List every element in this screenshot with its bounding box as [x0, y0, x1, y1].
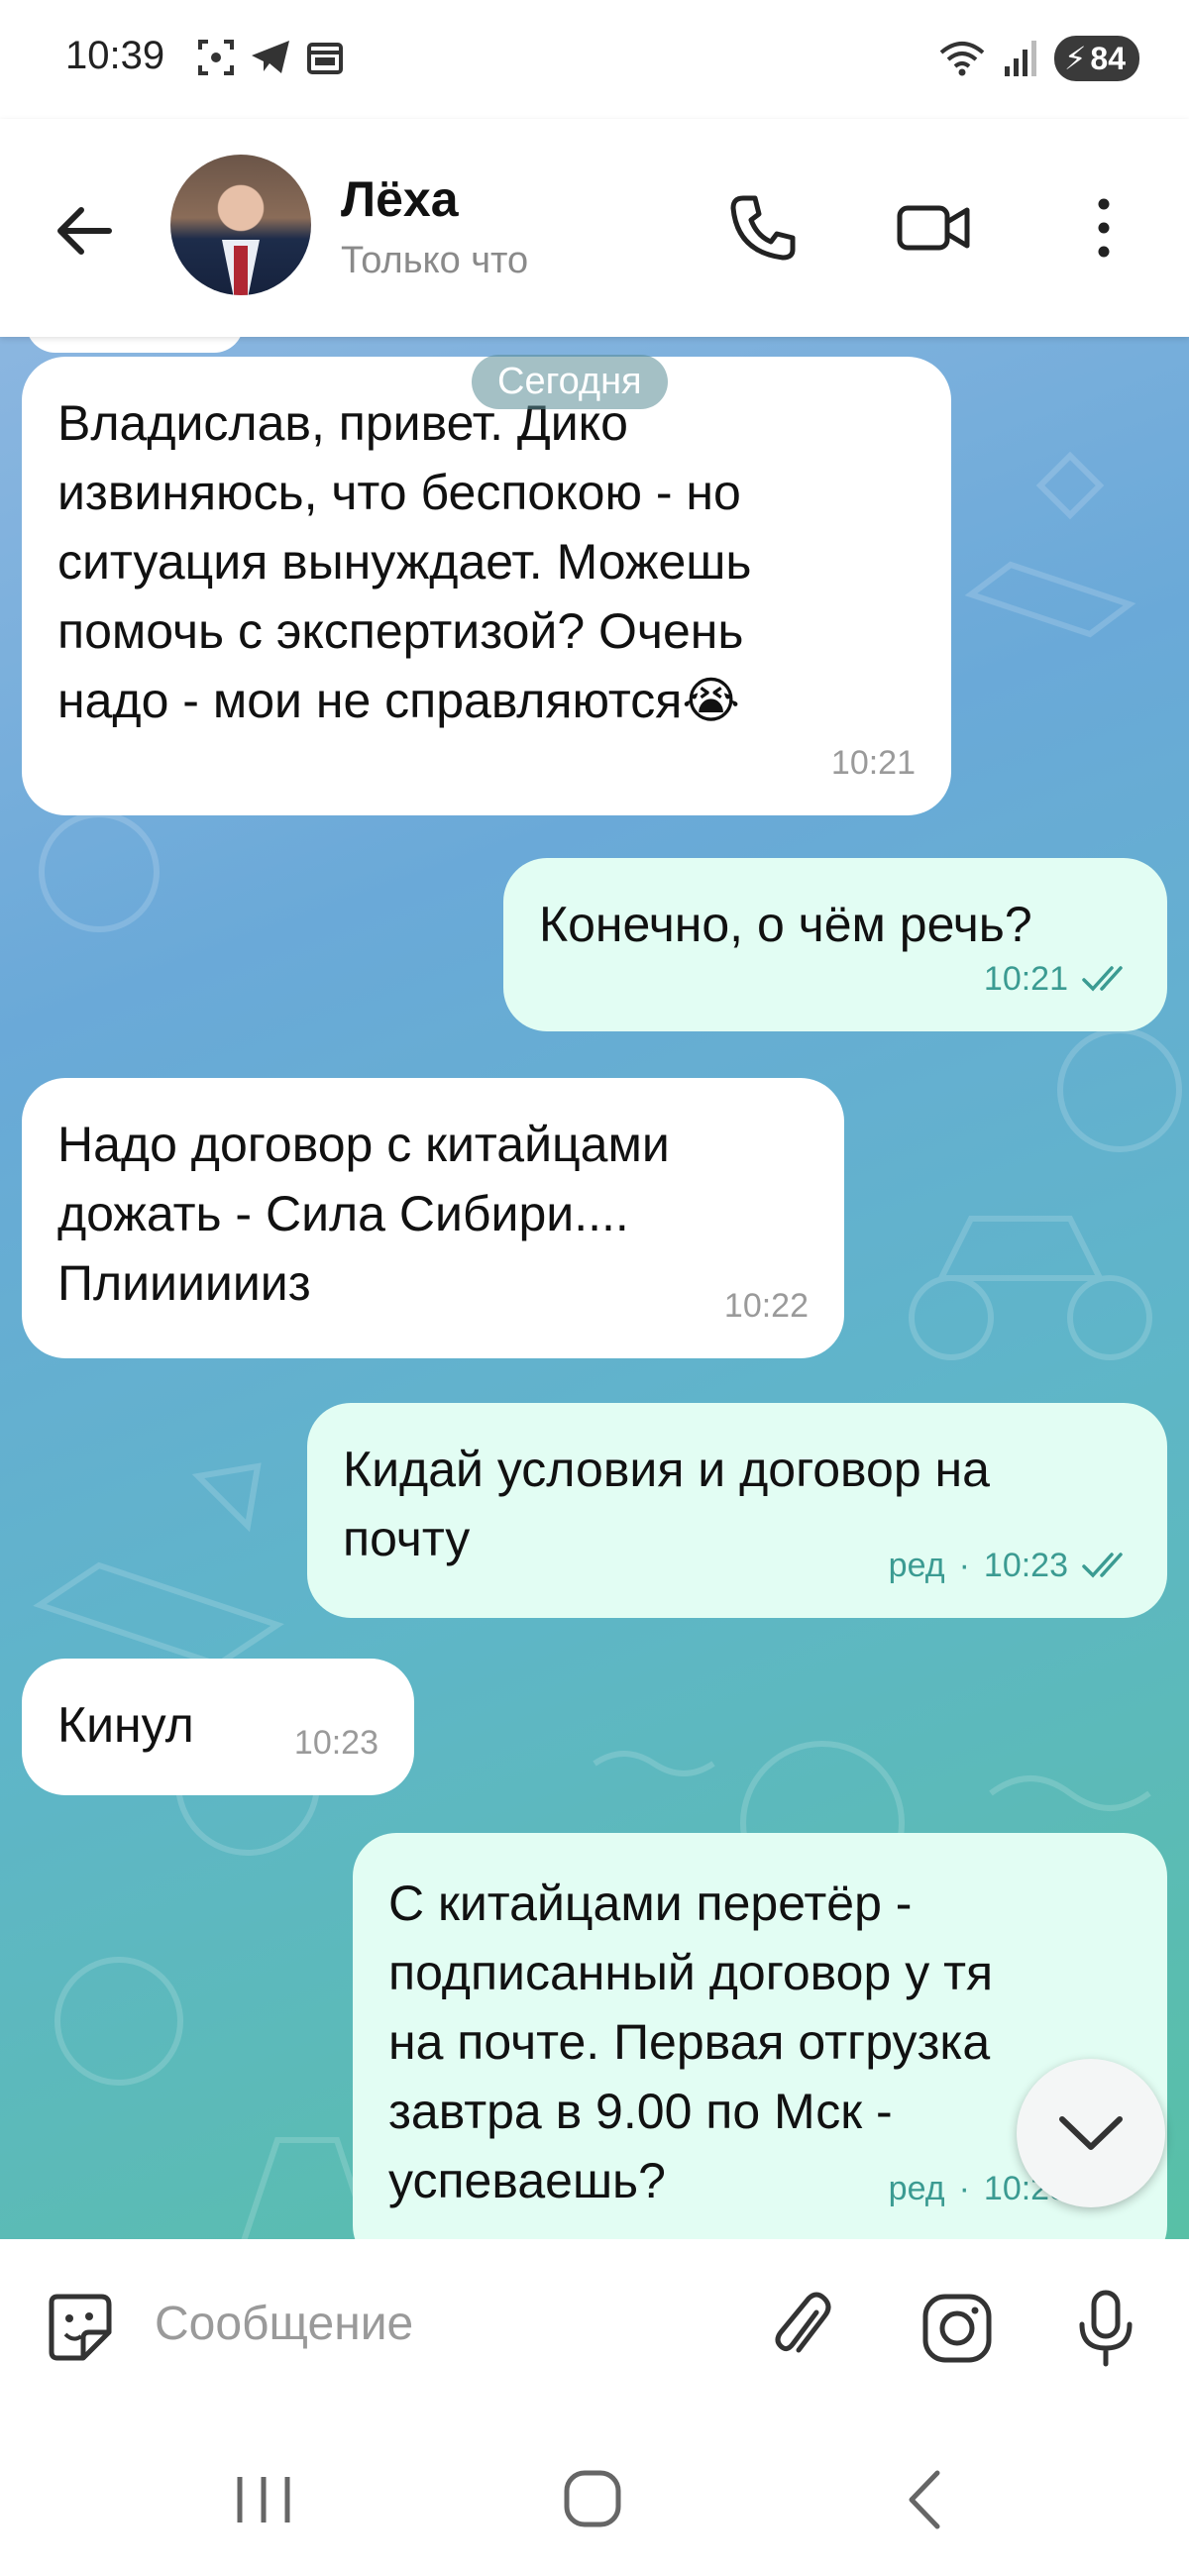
double-check-icon	[1082, 1553, 1123, 1578]
home-icon[interactable]	[553, 2465, 632, 2534]
previous-message-stub	[26, 337, 244, 353]
battery-icon: ⚡ 84	[1053, 36, 1139, 81]
message-incoming[interactable]: Владислав, привет. Дико извиняюсь, что б…	[22, 357, 951, 815]
microphone-icon[interactable]	[1066, 2289, 1145, 2368]
avatar[interactable]	[170, 155, 311, 295]
message-meta: 10:22	[724, 1271, 809, 1341]
chevron-down-icon	[1059, 2116, 1123, 2150]
meta-separator: ·	[958, 1547, 970, 1584]
status-time: 10:39	[65, 34, 165, 77]
edited-label: ред	[888, 2170, 945, 2207]
battery-level: 84	[1090, 40, 1126, 76]
message-input[interactable]: Сообщение	[155, 2297, 413, 2351]
scroll-down-button[interactable]	[1017, 2059, 1165, 2207]
date-separator: Сегодня	[472, 355, 668, 409]
sticker-icon[interactable]	[40, 2289, 119, 2368]
message-time: 10:21	[830, 744, 916, 782]
recent-apps-icon[interactable]	[224, 2465, 303, 2534]
message-time: 10:23	[293, 1724, 378, 1762]
video-camera-icon[interactable]	[894, 188, 973, 268]
message-input-bar: Сообщение	[0, 2239, 1189, 2408]
calendar-icon	[307, 43, 343, 74]
meta-separator: ·	[958, 2170, 970, 2207]
charging-bolt-icon: ⚡	[1063, 41, 1087, 76]
message-time: 10:22	[723, 1287, 809, 1325]
status-bar: 10:39 ⚡ 84	[0, 0, 1189, 119]
screenshot-icon	[198, 40, 234, 75]
more-vert-icon[interactable]	[1064, 188, 1143, 268]
message-meta: 10:21	[984, 944, 1132, 1014]
message-time: 10:23	[983, 1547, 1068, 1584]
back-arrow-icon[interactable]	[50, 196, 119, 266]
message-meta: 10:23	[294, 1708, 378, 1777]
status-icons-right: ⚡ 84	[937, 36, 1139, 81]
message-meta: 10:21	[831, 728, 916, 798]
telegram-icon	[252, 41, 289, 73]
message-text: Владислав, привет. Дико извиняюсь, что б…	[57, 395, 752, 728]
contact-name[interactable]: Лёха	[341, 170, 459, 228]
system-nav-bar	[0, 2408, 1189, 2576]
wifi-icon	[939, 42, 985, 76]
camera-icon[interactable]	[918, 2289, 997, 2368]
message-outgoing[interactable]: Кидай условия и договор на почту ред · 1…	[307, 1403, 1167, 1618]
signal-icon	[1004, 41, 1036, 76]
back-icon[interactable]	[886, 2465, 965, 2534]
message-incoming[interactable]: Кинул 10:23	[22, 1659, 414, 1795]
status-icons-left	[196, 38, 345, 77]
attach-icon[interactable]	[763, 2289, 842, 2368]
chat-area[interactable]: Сегодня Владислав, привет. Дико извиняюс…	[0, 337, 1189, 2239]
message-time: 10:21	[983, 960, 1068, 998]
phone-icon[interactable]	[723, 188, 803, 268]
edited-label: ред	[888, 1547, 945, 1584]
chat-header: Лёха Только что	[0, 119, 1189, 337]
contact-status: Только что	[341, 240, 529, 281]
double-check-icon	[1082, 966, 1123, 992]
message-meta: ред · 10:23	[889, 1531, 1132, 1600]
message-incoming[interactable]: Надо договор с китайцами дожать - Сила С…	[22, 1078, 844, 1358]
message-outgoing[interactable]: Конечно, о чём речь? 10:21	[503, 858, 1167, 1031]
